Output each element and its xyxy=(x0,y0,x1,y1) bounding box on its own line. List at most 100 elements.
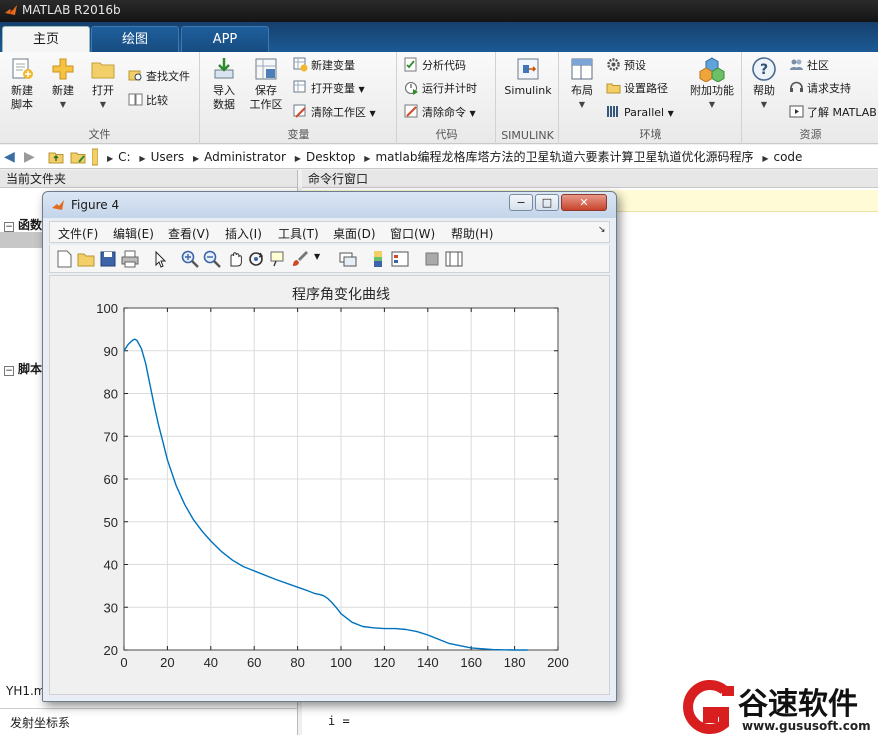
save-workspace-button[interactable]: 保存 工作区 xyxy=(245,56,287,112)
new-script-button[interactable]: 新建 脚本 xyxy=(2,56,42,112)
import-data-button[interactable]: 导入 数据 xyxy=(205,56,243,112)
analyze-code-label: 分析代码 xyxy=(422,59,466,72)
new-figure-icon[interactable] xyxy=(54,249,74,269)
line-chart[interactable]: 0 20 40 60 80 100 120 140 160 180 2002030405060708… xyxy=(50,276,609,694)
save-workspace-icon xyxy=(255,58,277,80)
parallel-button[interactable]: Parallel ▼ xyxy=(606,104,674,122)
close-button[interactable]: ✕ xyxy=(561,194,607,211)
open-variable-button[interactable]: 打开变量 ▼ xyxy=(293,80,365,98)
tab-plots[interactable]: 绘图 xyxy=(91,26,179,52)
ribbon-section-file: 新建 脚本 新建 ▼ 打开 ▼ 查找文件 比较 文件 xyxy=(0,52,200,144)
simulink-button[interactable]: Simulink xyxy=(501,56,555,98)
pointer-icon[interactable] xyxy=(150,249,170,269)
new-variable-button[interactable]: 新建变量 xyxy=(293,57,355,75)
run-and-time-button[interactable]: 运行并计时 xyxy=(404,80,477,98)
group-scripts[interactable]: − 脚本 xyxy=(4,360,42,377)
data-cursor-icon[interactable] xyxy=(268,249,288,269)
command-window-header: 命令行窗口 xyxy=(302,170,878,188)
breadcrumb-item[interactable]: matlab编程龙格库塔方法的卫星轨道六要素计算卫星轨道优化源码程序 xyxy=(375,150,753,164)
figure-canvas[interactable]: 0 20 40 60 80 100 120 140 160 180 200 20 30 40 50 60 70 8… xyxy=(49,275,610,695)
help-button[interactable]: ? 帮助 ▼ xyxy=(745,56,783,112)
menu-edit[interactable]: 编辑(E) xyxy=(113,225,154,242)
breadcrumb-item[interactable]: Users xyxy=(151,150,185,164)
watermark-logo: 谷速软件 www.gususoft.com xyxy=(683,680,871,734)
menu-desktop[interactable]: 桌面(D) xyxy=(333,225,376,242)
section-label-code: 代码 xyxy=(435,128,458,141)
hide-plot-tools-icon[interactable] xyxy=(422,249,442,269)
community-button[interactable]: 社区 xyxy=(789,57,829,75)
command-output: i = xyxy=(328,714,350,728)
menu-file[interactable]: 文件(F) xyxy=(58,225,98,242)
run-and-time-icon xyxy=(405,82,418,95)
pan-icon[interactable] xyxy=(224,249,244,269)
menu-view[interactable]: 查看(V) xyxy=(168,225,210,242)
x-tick-label: 60 xyxy=(247,655,261,670)
breadcrumb-item[interactable]: code xyxy=(773,150,802,164)
find-files-button[interactable]: 查找文件 xyxy=(128,68,190,86)
new-button[interactable]: 新建 ▼ xyxy=(44,56,82,112)
open-button[interactable]: 打开 ▼ xyxy=(84,56,122,112)
y-tick-label: 70 xyxy=(104,429,118,444)
ribbon-section-code: 分析代码 运行并计时 清除命令 ▼ 代码 xyxy=(398,52,496,144)
menubar-dock-icon[interactable]: ↘ xyxy=(598,225,606,235)
analyze-code-button[interactable]: 分析代码 xyxy=(404,57,466,75)
minimize-button[interactable]: − xyxy=(509,194,533,211)
current-folder-header: 当前文件夹 xyxy=(0,170,297,354)
save-icon[interactable] xyxy=(98,249,118,269)
clear-workspace-button[interactable]: 清除工作区 ▼ xyxy=(293,104,376,122)
learn-matlab-button[interactable]: 了解 MATLAB xyxy=(789,104,877,122)
maximize-button[interactable]: □ xyxy=(535,194,559,211)
file-item-yh1[interactable]: YH1.m xyxy=(6,684,46,698)
back-arrow-icon[interactable]: ◀ xyxy=(4,145,15,169)
legend-icon[interactable] xyxy=(390,249,410,269)
collapse-icon[interactable]: − xyxy=(4,222,14,232)
figure-title-bar[interactable]: Figure 4 − □ ✕ xyxy=(43,192,616,218)
parallel-label: Parallel xyxy=(624,106,665,119)
preferences-button[interactable]: 预设 xyxy=(606,57,646,75)
set-path-button[interactable]: 设置路径 xyxy=(606,80,668,98)
up-folder-icon[interactable] xyxy=(48,149,64,165)
compare-icon xyxy=(128,93,143,106)
collapse-icon[interactable]: − xyxy=(4,366,14,376)
tab-home[interactable]: 主页 xyxy=(2,26,90,52)
breadcrumb-item[interactable]: Administrator xyxy=(204,150,286,164)
menu-window[interactable]: 窗口(W) xyxy=(390,225,435,242)
clear-workspace-label: 清除工作区 xyxy=(311,106,366,119)
colorbar-icon[interactable] xyxy=(368,249,388,269)
chevron-down-icon: ▼ xyxy=(469,109,476,118)
breadcrumb-item[interactable]: Desktop xyxy=(306,150,356,164)
figure-window[interactable]: Figure 4 − □ ✕ 文件(F) 编辑(E) 查看(V) 插入(I) 工… xyxy=(42,191,617,702)
rotate-3d-icon[interactable] xyxy=(246,249,266,269)
menu-insert[interactable]: 插入(I) xyxy=(225,225,262,242)
watermark-text: 谷速软件 xyxy=(738,687,858,722)
chevron-down-icon[interactable]: ▼ xyxy=(314,252,320,261)
forward-arrow-icon[interactable]: ▶ xyxy=(24,145,35,169)
clear-commands-button[interactable]: 清除命令 ▼ xyxy=(404,104,476,122)
group-functions[interactable]: − 函数 xyxy=(4,216,42,233)
browse-folder-icon[interactable] xyxy=(70,149,86,165)
save-workspace-label: 保存 工作区 xyxy=(249,84,283,111)
request-support-button[interactable]: 请求支持 xyxy=(789,80,851,98)
show-plot-tools-icon[interactable] xyxy=(444,249,464,269)
chevron-down-icon: ▼ xyxy=(760,100,768,109)
add-ons-button[interactable]: 附加功能 ▼ xyxy=(684,56,740,112)
x-tick-label: 180 xyxy=(504,655,526,670)
tab-apps[interactable]: APP xyxy=(181,26,269,52)
ribbon-section-variable: 导入 数据 保存 工作区 新建变量 打开变量 ▼ 清除工作区 ▼ 变量 xyxy=(201,52,397,144)
menu-help[interactable]: 帮助(H) xyxy=(451,225,493,242)
compare-button[interactable]: 比较 xyxy=(128,92,168,110)
brush-icon[interactable] xyxy=(290,249,310,269)
breadcrumb-item[interactable]: C: xyxy=(118,150,130,164)
menu-tools[interactable]: 工具(T) xyxy=(278,225,319,242)
section-label-simulink: SIMULINK xyxy=(501,129,554,142)
community-icon xyxy=(790,59,803,70)
find-files-label: 查找文件 xyxy=(146,70,190,83)
zoom-out-icon[interactable] xyxy=(202,249,222,269)
section-label-variable: 变量 xyxy=(287,128,310,141)
link-plot-icon[interactable] xyxy=(338,249,358,269)
print-icon[interactable] xyxy=(120,249,140,269)
open-file-icon[interactable] xyxy=(76,249,96,269)
zoom-in-icon[interactable] xyxy=(180,249,200,269)
section-label-file: 文件 xyxy=(88,128,111,141)
layout-button[interactable]: 布局 ▼ xyxy=(564,56,600,112)
